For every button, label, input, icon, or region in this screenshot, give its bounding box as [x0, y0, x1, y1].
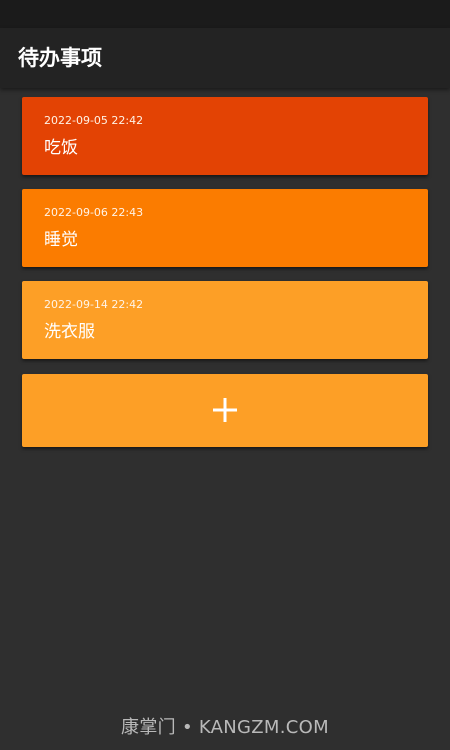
todo-date: 2022-09-06 22:43 — [44, 206, 144, 219]
todo-date: 2022-09-05 22:42 — [44, 114, 144, 127]
status-bar — [0, 0, 450, 28]
add-todo-button[interactable] — [22, 374, 428, 447]
plus-icon — [213, 398, 237, 422]
todo-text: 睡觉 — [44, 230, 78, 250]
todo-text: 洗衣服 — [44, 322, 95, 342]
todo-item[interactable]: 2022-09-06 22:43 睡觉 — [22, 189, 428, 267]
app-bar: 待办事项 — [0, 28, 450, 88]
todo-date: 2022-09-14 22:42 — [44, 298, 144, 311]
todo-text: 吃饭 — [44, 138, 78, 158]
todo-list: 2022-09-05 22:42 吃饭 2022-09-06 22:43 睡觉 … — [22, 97, 428, 373]
page-title: 待办事项 — [18, 46, 102, 70]
watermark: 康掌门 • KANGZM.COM — [121, 717, 329, 738]
todo-item[interactable]: 2022-09-05 22:42 吃饭 — [22, 97, 428, 175]
todo-item[interactable]: 2022-09-14 22:42 洗衣服 — [22, 281, 428, 359]
